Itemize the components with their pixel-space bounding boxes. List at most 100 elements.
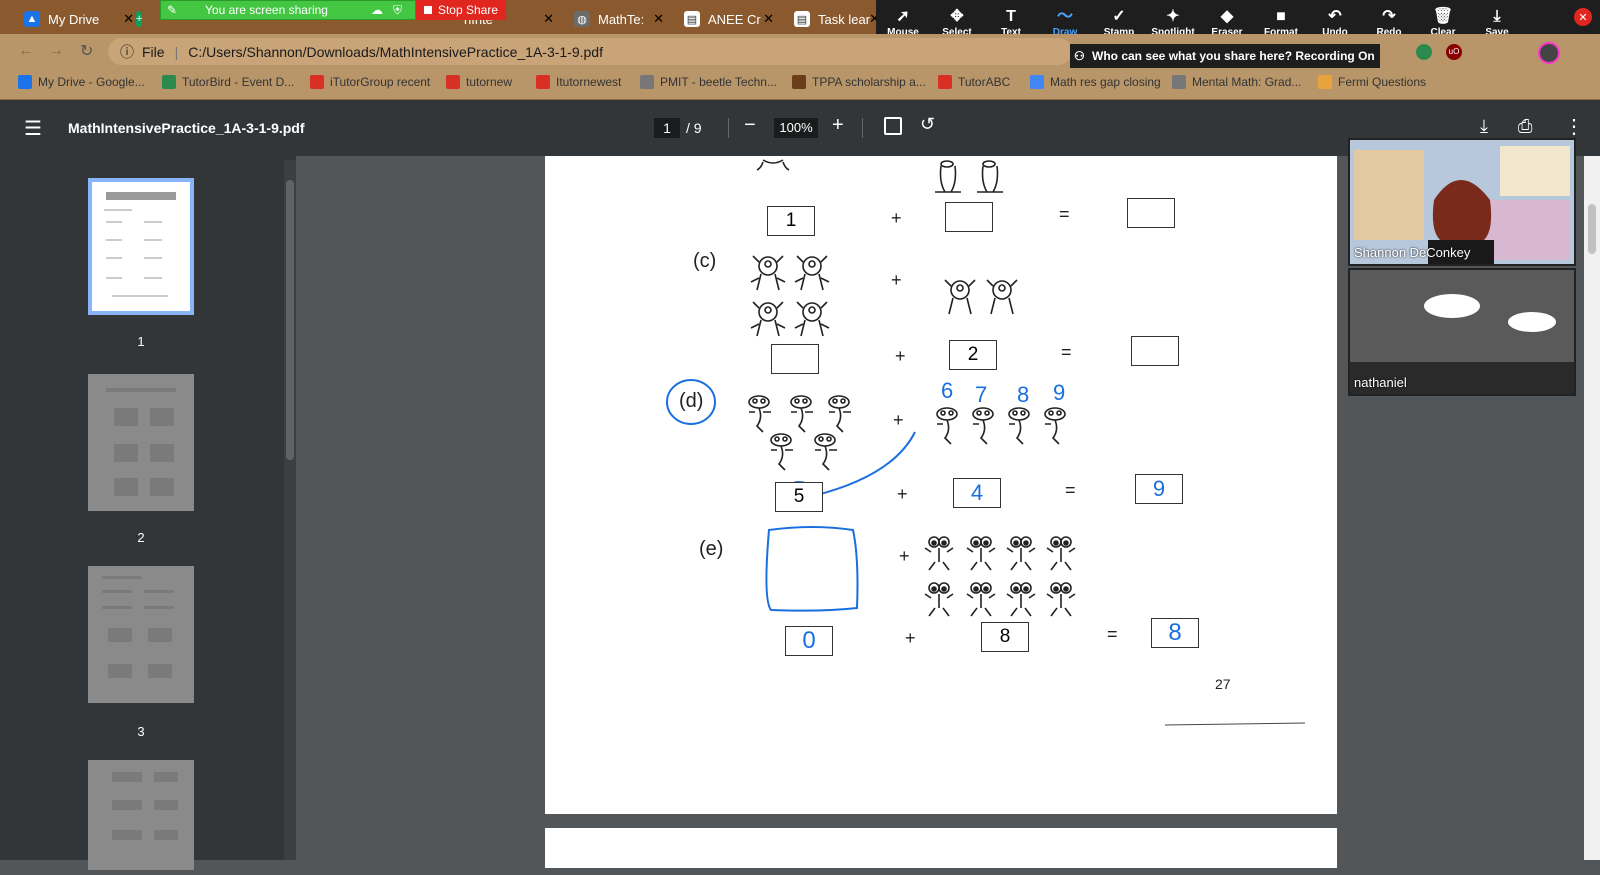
alien-icon bbox=[756, 159, 790, 171]
tab-my-drive[interactable]: ▲ My Drive ✕ bbox=[16, 4, 140, 34]
rotate-icon[interactable]: ↺ bbox=[920, 114, 935, 135]
plus-sign: + bbox=[891, 270, 902, 290]
recording-text: Who can see what you share here? Recordi… bbox=[1092, 49, 1375, 63]
answer-box[interactable]: 0 bbox=[785, 626, 833, 656]
scroll-thumb[interactable] bbox=[1588, 204, 1596, 254]
alien-icon bbox=[814, 433, 837, 471]
bookmark-item[interactable]: Fermi Questions bbox=[1318, 75, 1426, 89]
question-label: (d) bbox=[679, 390, 704, 412]
eraser-icon: ◆ bbox=[1220, 7, 1234, 25]
cyclops-icon bbox=[944, 279, 976, 315]
google-sheets-icon: + bbox=[136, 11, 143, 27]
tab-label: Task lear bbox=[818, 11, 871, 27]
close-icon[interactable]: ✕ bbox=[763, 11, 774, 27]
cyclops-icon bbox=[794, 301, 830, 337]
thumbnail-page-2[interactable] bbox=[88, 374, 194, 511]
bookmark-item[interactable]: Math res gap closing bbox=[1030, 75, 1161, 89]
thumbnail-page-4[interactable] bbox=[88, 760, 194, 870]
screen-sharing-banner: ✎ You are screen sharing ☁ ⛨ bbox=[160, 0, 416, 20]
answer-box[interactable] bbox=[771, 344, 819, 374]
answer-box[interactable]: 2 bbox=[949, 340, 997, 370]
fit-page-icon[interactable] bbox=[884, 117, 902, 135]
plus-sign: + bbox=[897, 484, 908, 504]
menu-icon[interactable]: ☰ bbox=[24, 116, 42, 141]
answer-box[interactable]: 5 bbox=[775, 482, 823, 512]
answer-box[interactable]: 9 bbox=[1135, 474, 1183, 504]
zoom-out-icon[interactable]: − bbox=[744, 114, 756, 137]
bookmark-item[interactable]: TutorABC bbox=[938, 75, 1010, 89]
equals-sign: = bbox=[1059, 204, 1070, 224]
zoom-in-icon[interactable]: + bbox=[832, 114, 844, 137]
bug-creature-icon bbox=[1006, 536, 1036, 571]
globe-icon: ◍ bbox=[574, 11, 590, 27]
print-icon[interactable]: ⎙ bbox=[1518, 116, 1532, 137]
stop-share-label: Stop Share bbox=[437, 3, 499, 17]
participant-name: nathaniel bbox=[1354, 375, 1407, 390]
bookmark-item[interactable]: iTutorGroup recent bbox=[310, 75, 430, 89]
answer-box[interactable] bbox=[1131, 336, 1179, 366]
scheme-label: File bbox=[142, 43, 165, 60]
forward-icon[interactable]: → bbox=[48, 42, 64, 60]
bug-creature-icon bbox=[1046, 582, 1076, 617]
bookmark-label: TPPA scholarship a... bbox=[812, 75, 926, 89]
answer-box[interactable]: 1 bbox=[767, 206, 815, 236]
main-scrollbar[interactable] bbox=[1584, 156, 1600, 860]
format-icon: ■ bbox=[1276, 7, 1286, 25]
bookmark-item[interactable]: TutorBird - Event D... bbox=[162, 75, 294, 89]
more-icon[interactable]: ⋮ bbox=[1564, 114, 1584, 139]
bookmarks-bar: My Drive - Google... TutorBird - Event D.… bbox=[0, 68, 1600, 100]
ublock-icon[interactable]: uO bbox=[1446, 44, 1462, 60]
video-tile-student[interactable]: nathaniel bbox=[1348, 268, 1576, 396]
cyclops-icon bbox=[750, 301, 786, 337]
owl-icon bbox=[792, 75, 806, 89]
address-input[interactable]: ⓘ File | C:/Users/Shannon/Downloads/Math… bbox=[108, 38, 1072, 65]
bookmark-item[interactable]: PMIT - beetle Techn... bbox=[640, 75, 777, 89]
divider bbox=[728, 118, 729, 138]
alien-icon bbox=[748, 395, 771, 433]
back-icon[interactable]: ← bbox=[18, 42, 34, 60]
bookmark-item[interactable]: tutornew bbox=[446, 75, 512, 89]
tab-task[interactable]: ▤ Task lear ✕ bbox=[786, 4, 886, 34]
sidebar-scrollbar[interactable] bbox=[284, 160, 296, 860]
recording-notice[interactable]: ⚇ Who can see what you share here? Recor… bbox=[1070, 44, 1380, 68]
answer-box[interactable] bbox=[1127, 198, 1175, 228]
bookmark-label: iTutorGroup recent bbox=[330, 75, 431, 89]
bookmark-item[interactable]: Itutornewest bbox=[536, 75, 621, 89]
avatar[interactable] bbox=[1538, 42, 1560, 64]
plus-sign: + bbox=[891, 208, 902, 228]
globe-icon bbox=[640, 75, 654, 89]
answer-box[interactable] bbox=[945, 202, 993, 232]
close-icon[interactable]: ✕ bbox=[543, 11, 554, 27]
divider: | bbox=[174, 43, 179, 60]
stop-share-button[interactable]: Stop Share bbox=[416, 0, 506, 20]
info-icon: ⓘ bbox=[120, 43, 134, 60]
globe-icon bbox=[1172, 75, 1186, 89]
close-icon[interactable]: ✕ bbox=[653, 11, 664, 27]
scroll-thumb[interactable] bbox=[286, 180, 294, 460]
tab-anee[interactable]: ▤ ANEE Cr ✕ bbox=[676, 4, 780, 34]
thumbnail-page-3[interactable] bbox=[88, 566, 194, 703]
extension-icon[interactable] bbox=[1416, 44, 1432, 60]
close-toolbar-icon[interactable]: ✕ bbox=[1574, 8, 1592, 26]
globe-icon bbox=[1030, 75, 1044, 89]
download-icon[interactable]: ⤓ bbox=[1480, 116, 1488, 137]
bookmark-item[interactable]: Mental Math: Grad... bbox=[1172, 75, 1301, 89]
thumbnail-page-1[interactable] bbox=[88, 178, 194, 315]
page-input[interactable]: 1 bbox=[654, 118, 680, 138]
answer-box[interactable]: 8 bbox=[981, 622, 1029, 652]
tab-mathte[interactable]: ◍ MathTe: ✕ bbox=[566, 4, 670, 34]
tab-sheets[interactable]: + bbox=[128, 4, 158, 34]
answer-box[interactable]: 8 bbox=[1151, 618, 1199, 648]
plus-sign: + bbox=[905, 628, 916, 648]
itutor-icon bbox=[938, 75, 952, 89]
bookmark-item[interactable]: TPPA scholarship a... bbox=[792, 75, 926, 89]
shield-icon: ⛨ bbox=[393, 3, 403, 17]
answer-box[interactable]: 4 bbox=[953, 478, 1001, 508]
pdf-page-next bbox=[545, 828, 1337, 868]
bookmark-item[interactable]: My Drive - Google... bbox=[18, 75, 145, 89]
question-label: (e) bbox=[699, 538, 724, 560]
reload-icon[interactable]: ↻ bbox=[80, 41, 93, 61]
thumbnail-preview bbox=[104, 192, 176, 297]
zoom-input[interactable]: 100% bbox=[774, 118, 818, 138]
video-tile-host[interactable]: Shannon DeConkey bbox=[1348, 138, 1576, 266]
